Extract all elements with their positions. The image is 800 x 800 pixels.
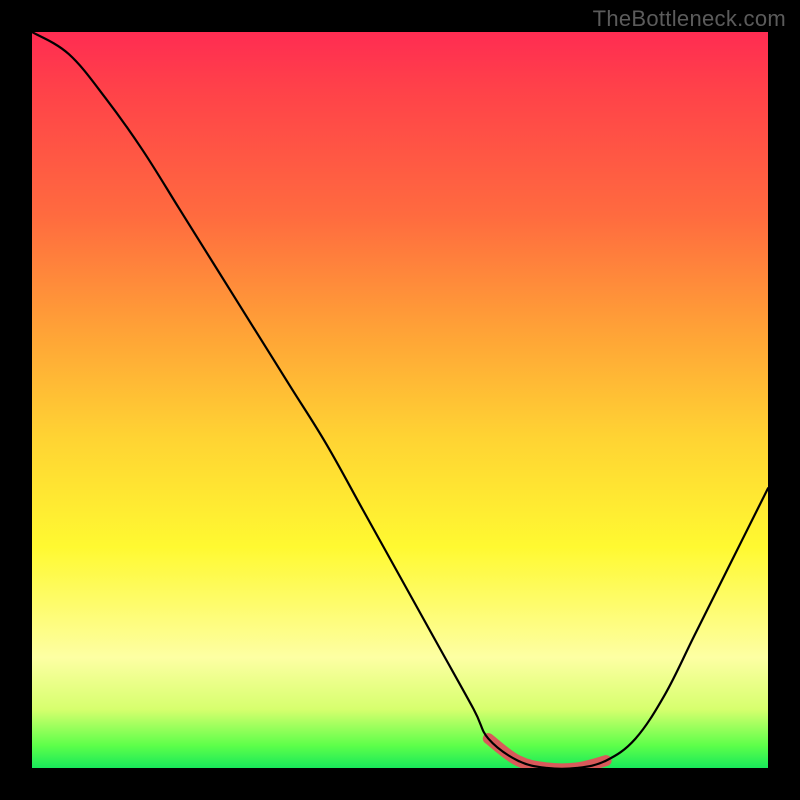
plot-area <box>32 32 768 768</box>
watermark-label: TheBottleneck.com <box>593 6 786 32</box>
bottleneck-curve <box>32 32 768 768</box>
curve-layer <box>32 32 768 768</box>
chart-frame: TheBottleneck.com <box>0 0 800 800</box>
